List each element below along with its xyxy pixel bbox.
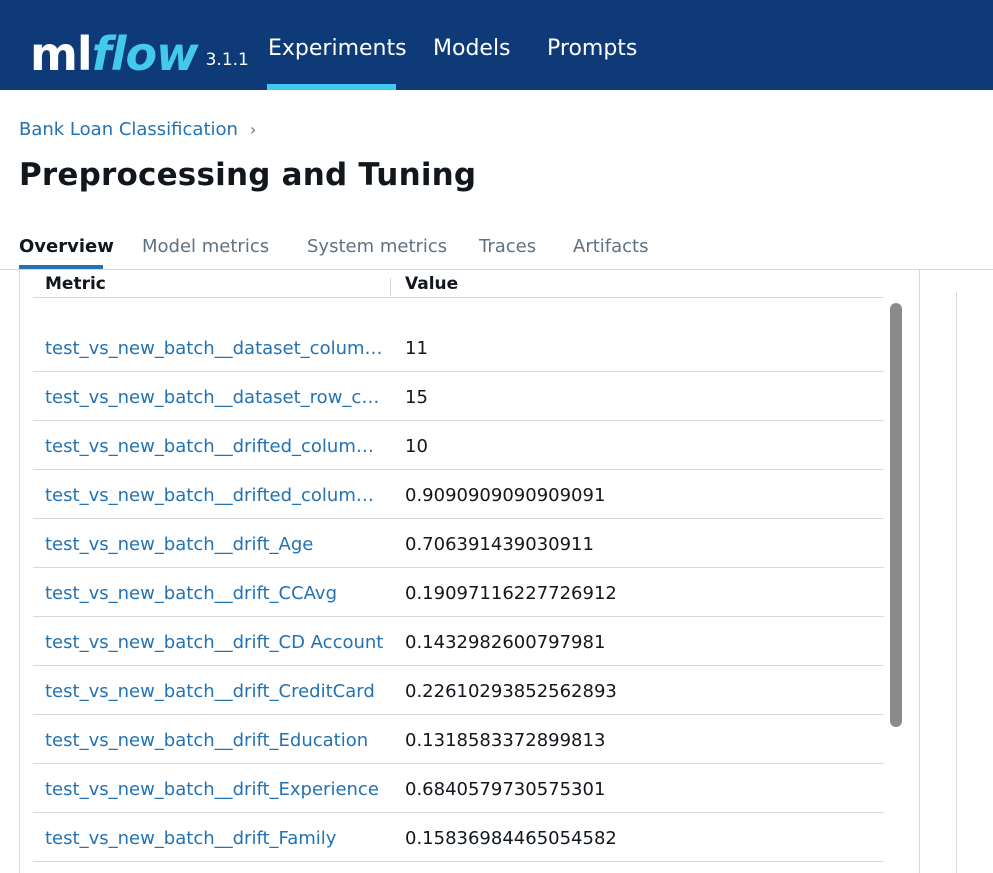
table-row: test_vs_new_batch__drift_Education 0.131… xyxy=(33,715,884,764)
run-tabs: Overview Model metrics System metrics Tr… xyxy=(0,230,993,270)
logo-ml-text: ml xyxy=(30,27,93,81)
metric-value: 0.22610293852562893 xyxy=(405,681,617,702)
table-row: test_vs_new_batch__drift_Experience 0.68… xyxy=(33,764,884,813)
metric-value: 0.9090909090909091 xyxy=(405,485,606,506)
version-label: 3.1.1 xyxy=(205,50,249,70)
nav-experiments[interactable]: Experiments xyxy=(268,36,407,61)
table-row: test_vs_new_batch__drift_Family 0.158369… xyxy=(33,813,884,862)
breadcrumb-experiment-link[interactable]: Bank Loan Classification xyxy=(19,119,238,140)
metric-name-link[interactable]: test_vs_new_batch__dataset_row_count xyxy=(45,387,385,408)
column-header-value[interactable]: Value xyxy=(405,274,458,294)
metric-value: 0.6840579730575301 xyxy=(405,779,606,800)
metric-value: 11 xyxy=(405,338,428,359)
table-row: test_vs_new_batch__drifted_columns_… 0.9… xyxy=(33,470,884,519)
metric-name-link[interactable]: test_vs_new_batch__drift_Age xyxy=(45,534,385,555)
table-scrollbar[interactable] xyxy=(890,303,902,727)
metrics-table-header: Metric Value xyxy=(33,270,884,298)
tab-model-metrics[interactable]: Model metrics xyxy=(142,236,269,257)
metric-value: 15 xyxy=(405,387,428,408)
metric-value: 0.1432982600797981 xyxy=(405,632,606,653)
metric-name-link[interactable]: test_vs_new_batch__drift_Experience xyxy=(45,779,385,800)
breadcrumb: Bank Loan Classification › xyxy=(19,119,256,140)
metrics-panel: Metric Value test_vs_new_batch__dataset_… xyxy=(19,270,920,873)
metric-name-link[interactable]: test_vs_new_batch__drifted_columns_… xyxy=(45,436,385,457)
metric-value: 0.706391439030911 xyxy=(405,534,594,555)
metric-name-link[interactable]: test_vs_new_batch__drift_CD Account xyxy=(45,632,385,653)
metric-name-link[interactable]: test_vs_new_batch__drift_Education xyxy=(45,730,385,751)
table-row: test_vs_new_batch__dataset_column_… 11 xyxy=(33,323,884,372)
tab-active-indicator xyxy=(19,265,103,269)
column-header-metric[interactable]: Metric xyxy=(45,274,106,294)
nav-prompts[interactable]: Prompts xyxy=(547,36,637,61)
metric-value: 0.15836984465054582 xyxy=(405,828,617,849)
metric-name-link[interactable]: test_vs_new_batch__dataset_column_… xyxy=(45,338,385,359)
table-row: test_vs_new_batch__drift_CD Account 0.14… xyxy=(33,617,884,666)
sidebar-divider xyxy=(956,292,957,873)
table-row: test_vs_new_batch__drift_Age 0.706391439… xyxy=(33,519,884,568)
table-row: test_vs_new_batch__dataset_row_count 15 xyxy=(33,372,884,421)
page-title: Preprocessing and Tuning xyxy=(19,157,477,193)
table-row: test_vs_new_batch__drift_CCAvg 0.1909711… xyxy=(33,568,884,617)
metric-name-link[interactable]: test_vs_new_batch__drift_Family xyxy=(45,828,385,849)
metric-value: 10 xyxy=(405,436,428,457)
table-row: test_vs_new_batch__drift_CreditCard 0.22… xyxy=(33,666,884,715)
metric-name-link[interactable]: test_vs_new_batch__drift_CCAvg xyxy=(45,583,385,604)
chevron-right-icon: › xyxy=(249,120,257,139)
nav-models[interactable]: Models xyxy=(433,36,511,61)
table-row: test_vs_new_batch__drifted_columns_… 10 xyxy=(33,421,884,470)
tab-artifacts[interactable]: Artifacts xyxy=(573,236,648,257)
metric-name-link[interactable]: test_vs_new_batch__drift_CreditCard xyxy=(45,681,385,702)
logo-flow-text: flow xyxy=(91,27,199,81)
column-divider[interactable] xyxy=(390,278,391,296)
tab-overview[interactable]: Overview xyxy=(19,236,114,257)
metric-value: 0.1318583372899813 xyxy=(405,730,606,751)
tab-system-metrics[interactable]: System metrics xyxy=(307,236,447,257)
mlflow-logo[interactable]: ml flow 3.1.1 xyxy=(30,22,249,78)
metric-value: 0.19097116227726912 xyxy=(405,583,617,604)
top-nav-bar: ml flow 3.1.1 Experiments Models Prompts xyxy=(0,0,993,90)
tab-traces[interactable]: Traces xyxy=(479,236,536,257)
metric-name-link[interactable]: test_vs_new_batch__drifted_columns_… xyxy=(45,485,385,506)
nav-active-indicator xyxy=(267,84,396,90)
